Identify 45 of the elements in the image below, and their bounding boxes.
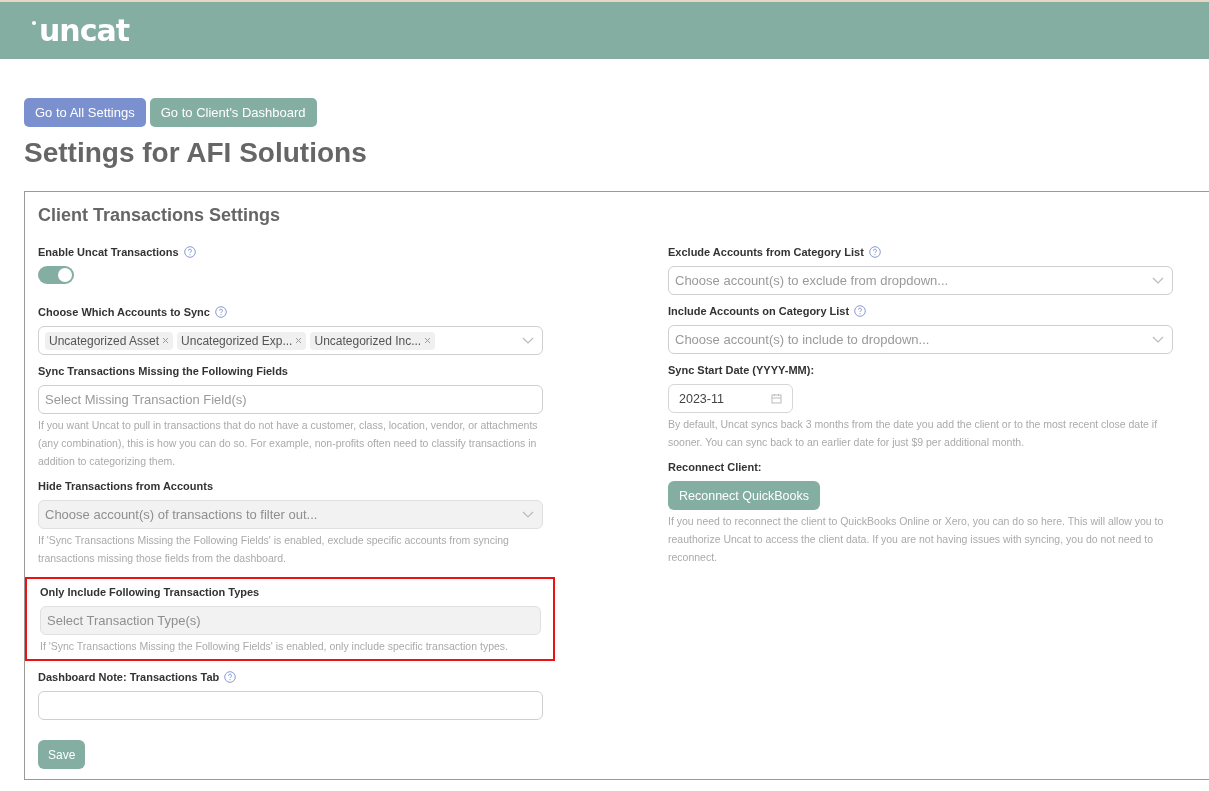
field-label: Enable Uncat Transactions: [38, 246, 179, 258]
date-field[interactable]: 2023-11: [668, 384, 793, 413]
account-tag: Uncategorized Asset: [45, 331, 174, 350]
card-title: Client Transactions Settings: [38, 205, 282, 226]
help-icon[interactable]: [183, 246, 196, 258]
page-title: Settings for AFI Solutions: [24, 137, 368, 169]
field-label: Dashboard Note: Transactions Tab: [38, 671, 220, 683]
helper-text: If you want Uncat to pull in transactions that do not have a customer, class, location, vendor, or attachments (any combination), this is how you can do so. For example, non-profits often need to classify transactions in addition to categorizing them.: [38, 418, 539, 469]
calendar-icon: [771, 393, 782, 404]
field-label: Choose Which Accounts to Sync: [38, 306, 210, 318]
field-label: Reconnect Client:: [668, 461, 762, 473]
field-label: Hide Transactions from Accounts: [38, 480, 214, 492]
nav-button[interactable]: Go to All Settings: [24, 98, 146, 127]
chevron-down-icon: [522, 510, 534, 519]
input-field[interactable]: [38, 691, 543, 720]
chevron-down-icon: [1152, 335, 1164, 344]
reconnect-button[interactable]: Reconnect QuickBooks: [668, 481, 820, 510]
helper-text: If you need to reconnect the client to QuickBooks Online or Xero, you can do so here. This will allow you to reauthorize Uncat to access the client data. If you are not having issues with syncing, you do not need to reconnect.: [668, 514, 1165, 565]
helper-text: If 'Sync Transactions Missing the Following Fields' is enabled, exclude specific accounts from syncing transactions missing those fields from the dashboard.: [38, 533, 510, 566]
helper-text: By default, Uncat syncs back 3 months from the date you add the client or to the most recent close date if sooner. You can sync back to an earlier date for just $9 per additional month.: [668, 417, 1159, 450]
field-label: Include Accounts on Category List: [668, 305, 850, 317]
account-tag: Uncategorized Exp...: [177, 331, 307, 350]
helper-text: If 'Sync Transactions Missing the Following Fields' is enabled, only include specific transaction types.: [40, 639, 509, 654]
toggle-switch[interactable]: [38, 266, 74, 284]
field-label: Only Include Following Transaction Types: [40, 586, 260, 598]
help-icon[interactable]: [214, 306, 227, 318]
select-field[interactable]: Choose account(s) to include to dropdown...: [668, 325, 1173, 354]
close-icon[interactable]: [424, 337, 432, 344]
select-field[interactable]: Choose account(s) to exclude from dropdown...: [668, 266, 1173, 295]
nav-button[interactable]: Go to Client's Dashboard: [149, 98, 317, 127]
field-label: Sync Start Date (YYYY-MM):: [668, 364, 815, 376]
close-icon[interactable]: [162, 337, 170, 344]
help-icon[interactable]: [854, 305, 867, 317]
logo: uncat: [32, 15, 130, 46]
help-icon[interactable]: [224, 671, 237, 683]
chevron-down-icon: [522, 336, 534, 345]
multi-select-field[interactable]: Uncategorized Asset Uncategorized Exp... Uncategorized Inc...: [38, 326, 543, 355]
save-button[interactable]: Save: [38, 740, 86, 769]
input-field[interactable]: Select Missing Transaction Field(s): [38, 385, 543, 414]
field-label: Exclude Accounts from Category List: [668, 246, 864, 258]
account-tag: Uncategorized Inc...: [310, 331, 436, 350]
help-icon[interactable]: [868, 246, 881, 258]
close-icon[interactable]: [295, 337, 303, 344]
chevron-down-icon: [1152, 276, 1164, 285]
field-label: Sync Transactions Missing the Following Fields: [38, 365, 288, 377]
